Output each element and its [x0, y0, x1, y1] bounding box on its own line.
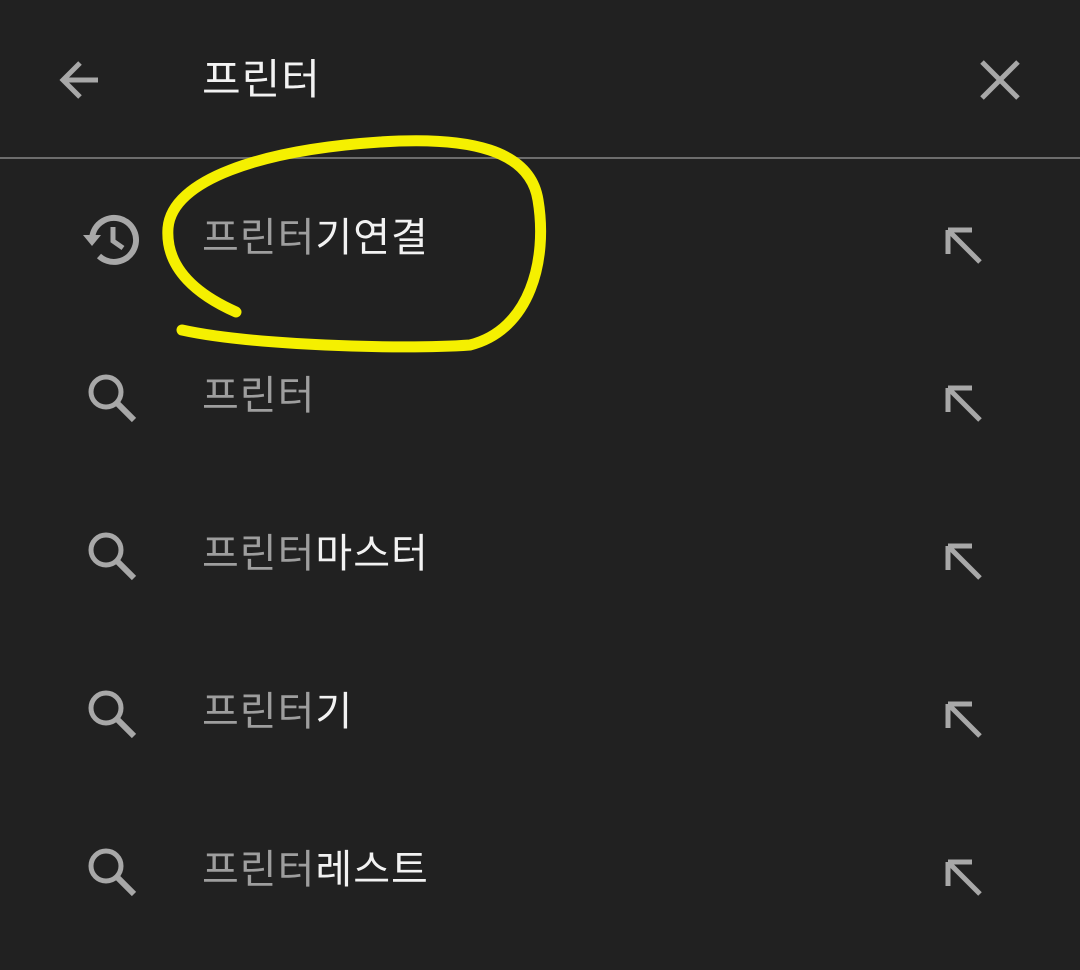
suggestion-label: 프린터마스터 — [202, 524, 429, 584]
search-bar: 프린터 — [0, 0, 1080, 158]
search-divider — [0, 157, 1080, 159]
arrow-up-left-icon — [945, 701, 982, 738]
search-icon — [80, 366, 144, 430]
suggestion-item-history[interactable]: 프린터기연결 — [0, 160, 1080, 316]
suggestion-suffix: 마스터 — [315, 531, 429, 577]
fill-query-button[interactable] — [932, 846, 996, 910]
suggestion-prefix: 프린터 — [202, 847, 316, 893]
suggestion-label: 프린터기 — [202, 682, 353, 742]
search-icon — [80, 682, 144, 746]
suggestion-prefix: 프린터 — [202, 531, 316, 577]
close-icon — [980, 60, 1020, 100]
arrow-up-left-icon — [945, 859, 982, 896]
arrow-up-left-icon — [945, 227, 982, 264]
search-icon — [80, 524, 144, 588]
suggestion-prefix: 프린터 — [202, 689, 316, 735]
search-query[interactable]: 프린터 — [202, 48, 321, 112]
search-screen: 프린터 프린터기연결 프린터 프린터마스터 프린터기 프린터레스트 — [0, 0, 1080, 970]
history-icon — [80, 208, 144, 272]
suggestion-prefix: 프린터 — [202, 215, 316, 261]
search-icon — [80, 840, 144, 904]
fill-query-button[interactable] — [932, 530, 996, 594]
suggestion-suffix: 기연결 — [315, 215, 429, 261]
fill-query-button[interactable] — [932, 688, 996, 752]
suggestion-label: 프린터레스트 — [202, 840, 429, 900]
suggestion-suffix: 레스트 — [315, 847, 429, 893]
suggestion-label: 프린터기연결 — [202, 208, 429, 268]
back-button[interactable] — [44, 44, 116, 116]
suggestion-suffix: 기 — [315, 689, 354, 735]
suggestion-item[interactable]: 프린터마스터 — [0, 476, 1080, 632]
suggestion-item[interactable]: 프린터레스트 — [0, 792, 1080, 948]
arrow-back-icon — [59, 61, 98, 99]
suggestion-label: 프린터 — [202, 366, 315, 426]
clear-button[interactable] — [964, 44, 1036, 116]
suggestion-item[interactable]: 프린터 — [0, 318, 1080, 474]
arrow-up-left-icon — [945, 543, 982, 580]
fill-query-button[interactable] — [932, 372, 996, 436]
suggestion-prefix: 프린터 — [202, 373, 316, 419]
suggestion-item[interactable]: 프린터기 — [0, 634, 1080, 790]
arrow-up-left-icon — [945, 385, 982, 422]
fill-query-button[interactable] — [932, 214, 996, 278]
